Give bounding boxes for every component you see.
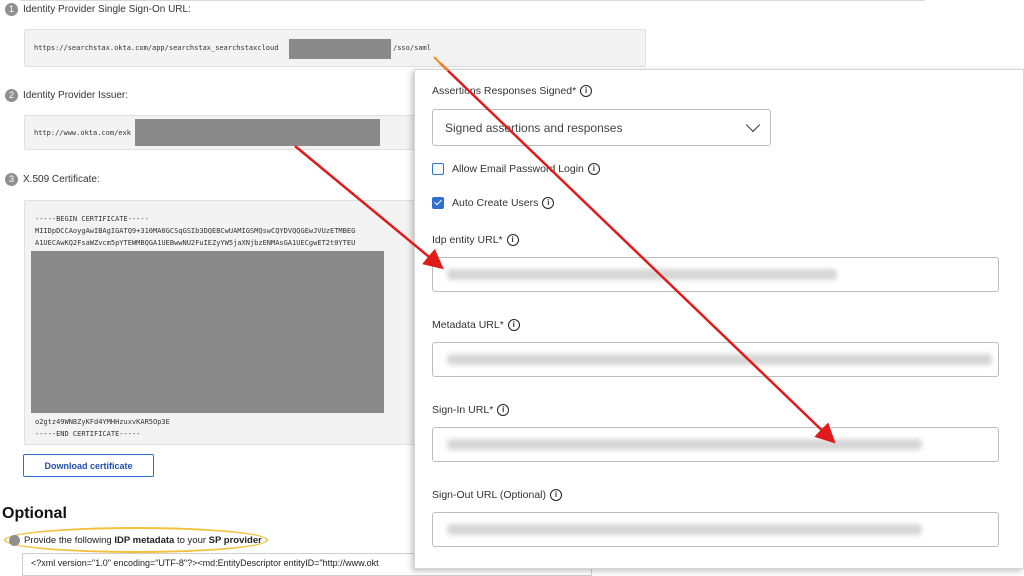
red-arrow-annotation xyxy=(294,145,444,270)
orange-arrow-annotation xyxy=(433,56,449,72)
red-arrow-annotation xyxy=(439,62,836,444)
annotation-arrows xyxy=(294,56,836,444)
